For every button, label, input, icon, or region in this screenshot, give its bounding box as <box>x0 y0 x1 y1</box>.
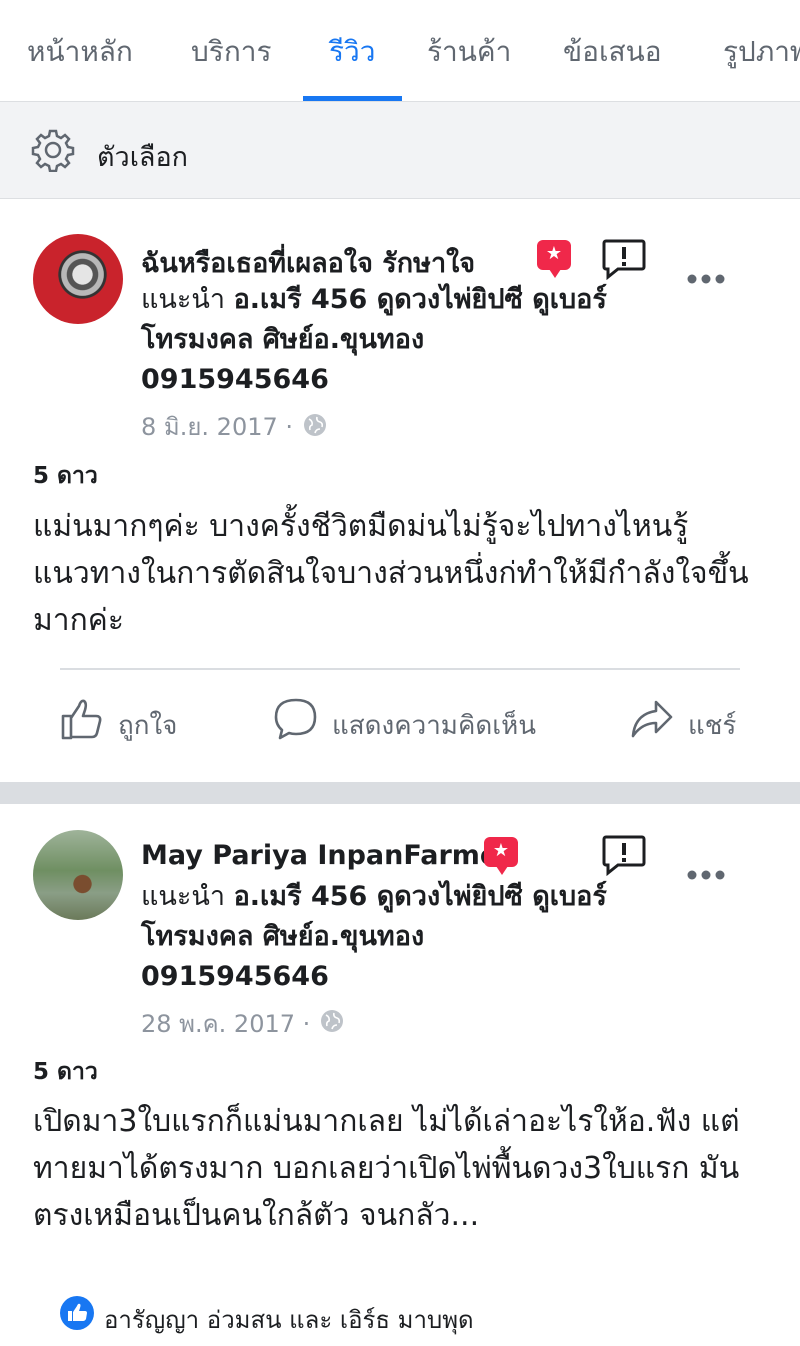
tab-services[interactable]: บริการ <box>191 30 272 74</box>
reviewer-name[interactable]: ฉันหรือเธอที่เผลอใจ รักษาใจ <box>141 241 475 284</box>
review-card: May Pariya InpanFarmer ★ แนะนำ อ.เมรี 45… <box>0 804 800 1346</box>
report-icon[interactable] <box>602 834 646 876</box>
feed-separator <box>0 782 800 804</box>
gear-icon <box>31 129 75 172</box>
like-reaction-icon <box>60 1296 94 1330</box>
review-text: แม่นมากๆค่ะ บางครั้งชีวิตมืดม่นไม่รู้จะไ… <box>33 509 749 638</box>
tab-home[interactable]: หน้าหลัก <box>27 30 133 74</box>
like-button[interactable]: ถูกใจ <box>118 705 177 746</box>
share-button[interactable]: แชร์ <box>688 705 736 746</box>
more-options-icon[interactable] <box>686 272 726 286</box>
avatar[interactable] <box>33 830 123 920</box>
comment-icon <box>274 698 317 740</box>
comment-button[interactable]: แสดงความคิดเห็น <box>332 705 536 746</box>
review-card: ฉันหรือเธอที่เผลอใจ รักษาใจ ★ แนะนำ อ.เม… <box>0 200 800 782</box>
recommends-badge-icon: ★ <box>484 837 518 875</box>
report-icon[interactable] <box>602 238 646 280</box>
review-date[interactable]: 8 มิ.ย. 2017 · <box>141 407 293 446</box>
share-icon <box>631 700 673 738</box>
tab-reviews[interactable]: รีวิว <box>329 30 375 74</box>
options-label: ตัวเลือก <box>97 142 189 173</box>
review-text[interactable]: เปิดมา3ใบแรกก็แม่นมากเลย ไม่ได้เล่าอะไรใ… <box>33 1098 773 1239</box>
tab-photos[interactable]: รูปภาพ <box>723 30 800 74</box>
recommendation-text: แนะนำ อ.เมรี 456 ดูดวงไพ่ยิปซี ดูเบอร์โท… <box>141 280 611 400</box>
avatar[interactable] <box>33 234 123 324</box>
star-rating: 5 ดาว <box>33 463 98 489</box>
options-bar[interactable]: ตัวเลือก <box>0 101 800 199</box>
tab-offers[interactable]: ข้อเสนอ <box>563 30 662 74</box>
recommends-badge-icon: ★ <box>537 240 571 278</box>
tab-shop[interactable]: ร้านค้า <box>427 30 511 74</box>
recommend-label: แนะนำ <box>141 881 225 912</box>
page-tabs: หน้าหลัก บริการ รีวิว ร้านค้า ข้อเสนอ รู… <box>0 0 800 101</box>
recommend-label: แนะนำ <box>141 284 225 315</box>
review-date[interactable]: 28 พ.ค. 2017 · <box>141 1004 310 1043</box>
likes-summary[interactable]: อารัญญา อ่วมสน และ เอิร์ธ มาบพุด <box>104 1300 474 1339</box>
recommendation-text: แนะนำ อ.เมรี 456 ดูดวงไพ่ยิปซี ดูเบอร์โท… <box>141 877 611 997</box>
more-options-icon[interactable] <box>686 868 726 882</box>
globe-icon <box>321 1010 343 1032</box>
like-icon <box>61 699 102 740</box>
globe-icon <box>304 414 326 436</box>
divider <box>60 668 740 670</box>
reviewer-name[interactable]: May Pariya InpanFarmer <box>141 840 512 871</box>
star-rating: 5 ดาว <box>33 1059 98 1085</box>
